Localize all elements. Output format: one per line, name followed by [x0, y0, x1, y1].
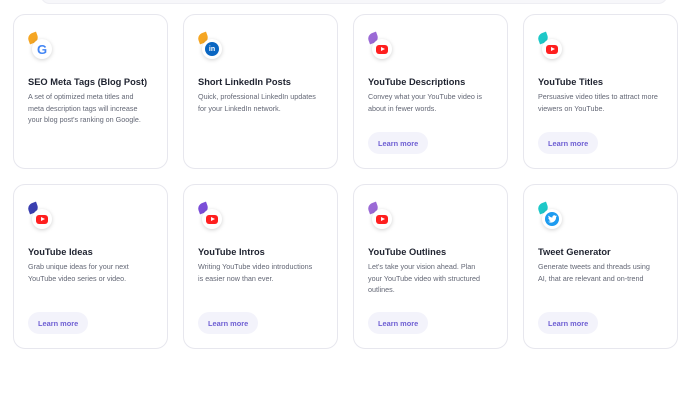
card-title: Short LinkedIn Posts — [198, 77, 291, 87]
top-panel-edge — [40, 0, 668, 4]
card-title: YouTube Descriptions — [368, 77, 466, 87]
tool-card-tweet-generator[interactable]: Tweet Generator Generate tweets and thre… — [523, 184, 678, 349]
youtube-icon — [372, 209, 392, 229]
card-description: Grab unique ideas for your next YouTube … — [28, 262, 129, 283]
linkedin-icon: in — [202, 39, 222, 59]
learn-more-button[interactable]: Learn more — [368, 312, 429, 334]
tool-card-youtube-descriptions[interactable]: YouTube Descriptions Convey what your Yo… — [353, 14, 508, 169]
card-description: Persuasive video titles to attract more … — [538, 92, 658, 113]
card-description: Convey what your YouTube video is about … — [368, 92, 483, 113]
tool-icon — [536, 201, 566, 231]
tool-card-youtube-titles[interactable]: YouTube Titles Persuasive video titles t… — [523, 14, 678, 169]
bird-icon — [547, 215, 557, 223]
google-icon: G — [32, 39, 52, 59]
learn-more-button[interactable]: Learn more — [28, 312, 89, 334]
tool-icon: in — [196, 31, 226, 61]
tool-card-youtube-ideas[interactable]: YouTube Ideas Grab unique ideas for your… — [13, 184, 168, 349]
card-description: Writing YouTube video introductions is e… — [198, 262, 313, 283]
youtube-icon — [542, 39, 562, 59]
twitter-icon — [542, 209, 562, 229]
learn-more-button[interactable]: Learn more — [198, 312, 259, 334]
learn-more-button[interactable]: Learn more — [368, 132, 429, 154]
tool-icon — [196, 201, 226, 231]
tools-grid: G SEO Meta Tags (Blog Post) A set of opt… — [13, 14, 678, 349]
card-title: Tweet Generator — [538, 247, 611, 257]
tool-card-youtube-outlines[interactable]: YouTube Outlines Let's take your vision … — [353, 184, 508, 349]
card-title: YouTube Intros — [198, 247, 265, 257]
learn-more-button[interactable]: Learn more — [538, 132, 599, 154]
card-description: Generate tweets and threads using AI, th… — [538, 262, 650, 283]
youtube-icon — [32, 209, 52, 229]
card-title: SEO Meta Tags (Blog Post) — [28, 77, 148, 87]
youtube-icon — [372, 39, 392, 59]
tool-icon: G — [26, 31, 56, 61]
card-description: A set of optimized meta titles and meta … — [28, 92, 141, 124]
card-title: YouTube Ideas — [28, 247, 93, 257]
card-title: YouTube Titles — [538, 77, 604, 87]
tool-card-seo-meta-tags[interactable]: G SEO Meta Tags (Blog Post) A set of opt… — [13, 14, 168, 169]
youtube-icon — [202, 209, 222, 229]
tool-icon — [366, 201, 396, 231]
tool-icon — [536, 31, 566, 61]
card-description: Let's take your vision ahead. Plan your … — [368, 262, 481, 294]
card-description: Quick, professional LinkedIn updates for… — [198, 92, 316, 113]
tool-card-youtube-intros[interactable]: YouTube Intros Writing YouTube video int… — [183, 184, 338, 349]
learn-more-button[interactable]: Learn more — [538, 312, 599, 334]
card-title: YouTube Outlines — [368, 247, 447, 257]
tool-icon — [366, 31, 396, 61]
tool-card-short-linkedin-posts[interactable]: in Short LinkedIn Posts Quick, professio… — [183, 14, 338, 169]
tool-icon — [26, 201, 56, 231]
